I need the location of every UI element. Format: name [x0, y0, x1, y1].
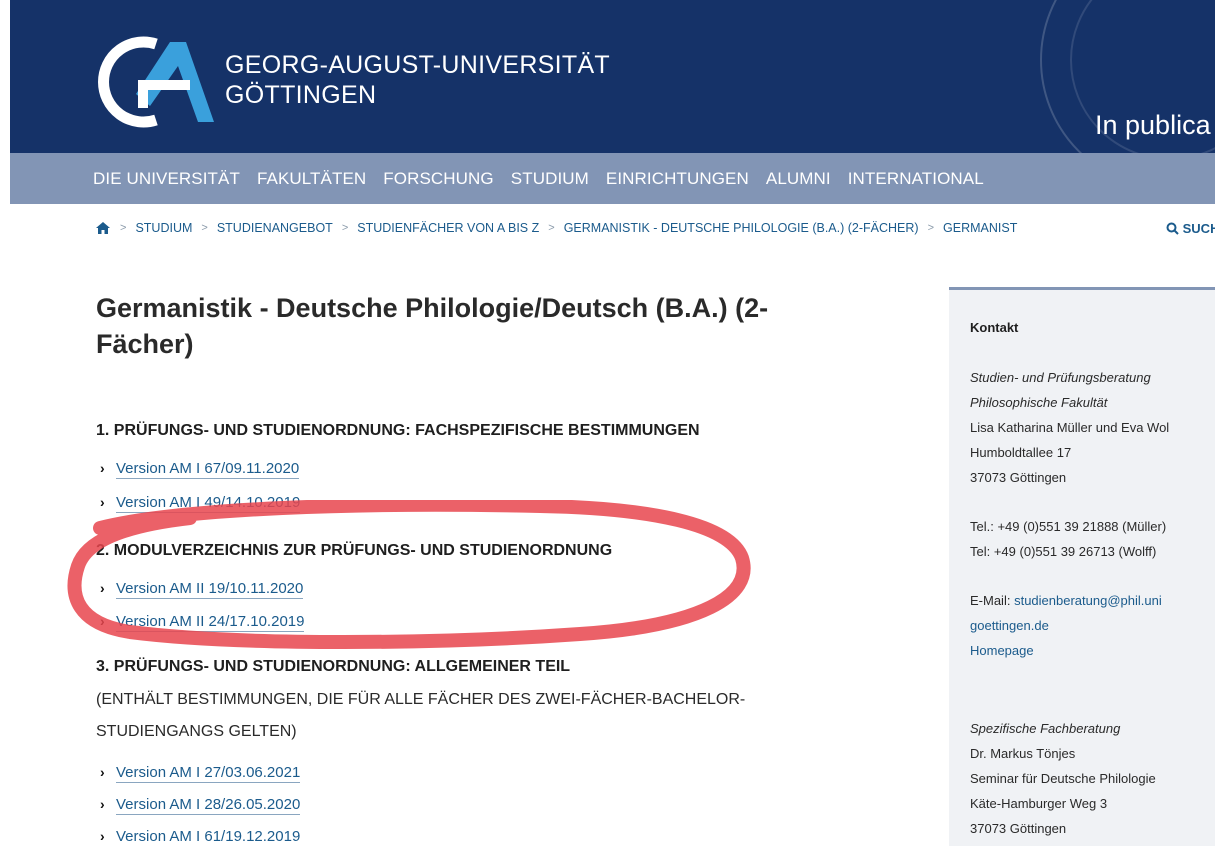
- chevron-right-icon: ›: [100, 796, 105, 812]
- email-link-continued[interactable]: goettingen.de: [970, 618, 1049, 633]
- document-link: › Version AM I 27/03.06.2021: [100, 764, 301, 783]
- document-link: › Version AM I 49/14.10.2019: [100, 494, 301, 513]
- document-link: › Version AM I 67/09.11.2020: [100, 460, 300, 479]
- search-button[interactable]: SUCH: [1166, 221, 1215, 236]
- homepage-link[interactable]: Homepage: [970, 643, 1034, 658]
- email-label: E-Mail:: [970, 593, 1011, 608]
- nav-item-alumni[interactable]: ALUMNI: [766, 169, 831, 189]
- contact-dept-2: Seminar für Deutsche Philologie: [970, 771, 1156, 786]
- breadcrumb-studienfaecher[interactable]: STUDIENFÄCHER VON A BIS Z: [357, 221, 539, 235]
- contact-street-2: Käte-Hamburger Weg 3: [970, 796, 1108, 811]
- link-version-am-ii-24[interactable]: Version AM II 24/17.10.2019: [116, 613, 305, 632]
- chevron-right-icon: >: [548, 222, 555, 234]
- link-version-am-ii-19[interactable]: Version AM II 19/10.11.2020: [116, 580, 304, 599]
- section-heading-1: 1. PRÜFUNGS- UND STUDIENORDNUNG: FACHSPE…: [96, 422, 700, 439]
- chevron-right-icon: >: [201, 222, 208, 234]
- contact-name-2: Dr. Markus Tönjes: [970, 746, 1076, 761]
- contact-role-2: Spezifische Fachberatung: [970, 721, 1121, 736]
- contact-street: Humboldtallee 17: [970, 445, 1072, 460]
- breadcrumb-studium[interactable]: STUDIUM: [135, 221, 192, 235]
- sidebar-heading: Kontakt: [970, 320, 1019, 335]
- email-link[interactable]: studienberatung@phil.uni: [1014, 593, 1162, 608]
- nav-item-forschung[interactable]: FORSCHUNG: [383, 169, 493, 189]
- breadcrumb-current[interactable]: GERMANIST: [943, 221, 1017, 235]
- chevron-right-icon: ›: [100, 828, 105, 844]
- chevron-right-icon: ›: [100, 580, 105, 596]
- document-link: › Version AM II 19/10.11.2020: [100, 580, 304, 599]
- university-name-line2: GÖTTINGEN: [225, 81, 377, 109]
- contact-sidebar: Kontakt Studien- und Prüfungsberatung Ph…: [949, 287, 1215, 846]
- nav-item-studium[interactable]: STUDIUM: [511, 169, 589, 189]
- contact-phone-1: Tel.: +49 (0)551 39 21888 (Müller): [970, 519, 1167, 534]
- chevron-right-icon: >: [120, 222, 127, 234]
- contact-role: Studien- und Prüfungsberatung: [970, 370, 1151, 385]
- document-link: › Version AM I 28/26.05.2020: [100, 796, 301, 815]
- document-link: › Version AM I 61/19.12.2019: [100, 828, 301, 846]
- link-version-am-i-27[interactable]: Version AM I 27/03.06.2021: [116, 764, 301, 783]
- search-icon: [1166, 222, 1179, 235]
- university-logo-icon[interactable]: [98, 36, 218, 128]
- document-link: › Version AM II 24/17.10.2019: [100, 613, 305, 632]
- breadcrumb-studienangebot[interactable]: STUDIENANGEBOT: [217, 221, 333, 235]
- site-header: GEORG-AUGUST-UNIVERSITÄT GÖTTINGEN In pu…: [10, 0, 1215, 153]
- search-label: SUCH: [1182, 221, 1215, 236]
- chevron-right-icon: ›: [100, 460, 105, 476]
- contact-city: 37073 Göttingen: [970, 470, 1067, 485]
- contact-faculty: Philosophische Fakultät: [970, 395, 1108, 410]
- nav-item-fakultaeten[interactable]: FAKULTÄTEN: [257, 169, 366, 189]
- nav-item-universitaet[interactable]: DIE UNIVERSITÄT: [93, 169, 240, 189]
- breadcrumb-germanistik[interactable]: GERMANISTIK - DEUTSCHE PHILOLOGIE (B.A.)…: [564, 221, 919, 235]
- chevron-right-icon: >: [341, 222, 349, 234]
- chevron-right-icon: >: [927, 222, 935, 234]
- main-nav: DIE UNIVERSITÄT FAKULTÄTEN FORSCHUNG STU…: [10, 153, 1215, 204]
- university-name-line1: GEORG-AUGUST-UNIVERSITÄT: [225, 51, 611, 79]
- section-heading-3: 3. PRÜFUNGS- UND STUDIENORDNUNG: ALLGEME…: [96, 658, 571, 675]
- link-version-am-i-49[interactable]: Version AM I 49/14.10.2019: [116, 494, 301, 513]
- page-title: Germanistik - Deutsche Philologie/Deutsc…: [96, 293, 769, 359]
- home-icon[interactable]: [95, 221, 111, 235]
- contact-email: E-Mail: studienberatung@phil.uni: [970, 593, 1162, 608]
- link-version-am-i-67[interactable]: Version AM I 67/09.11.2020: [116, 460, 300, 479]
- nav-item-international[interactable]: INTERNATIONAL: [848, 169, 984, 189]
- chevron-right-icon: ›: [100, 613, 105, 629]
- university-name[interactable]: GEORG-AUGUST-UNIVERSITÄT GÖTTINGEN: [225, 50, 610, 110]
- breadcrumb: > STUDIUM > STUDIENANGEBOT > STUDIENFÄCH…: [95, 221, 1017, 235]
- chevron-right-icon: ›: [100, 764, 105, 780]
- link-version-am-i-61[interactable]: Version AM I 61/19.12.2019: [116, 828, 301, 846]
- contact-city-2: 37073 Göttingen: [970, 821, 1067, 836]
- contact-names: Lisa Katharina Müller und Eva Wol: [970, 420, 1170, 435]
- contact-phone-2: Tel: +49 (0)551 39 26713 (Wolff): [970, 544, 1157, 559]
- section-subtext: (ENTHÄLT BESTIMMUNGEN, DIE FÜR ALLE FÄCH…: [96, 691, 746, 740]
- section-heading-2: 2. MODULVERZEICHNIS ZUR PRÜFUNGS- UND ST…: [96, 542, 613, 559]
- chevron-right-icon: ›: [100, 494, 105, 510]
- link-version-am-i-28[interactable]: Version AM I 28/26.05.2020: [116, 796, 301, 815]
- nav-item-einrichtungen[interactable]: EINRICHTUNGEN: [606, 169, 749, 189]
- motto-text: In publica: [1095, 110, 1211, 140]
